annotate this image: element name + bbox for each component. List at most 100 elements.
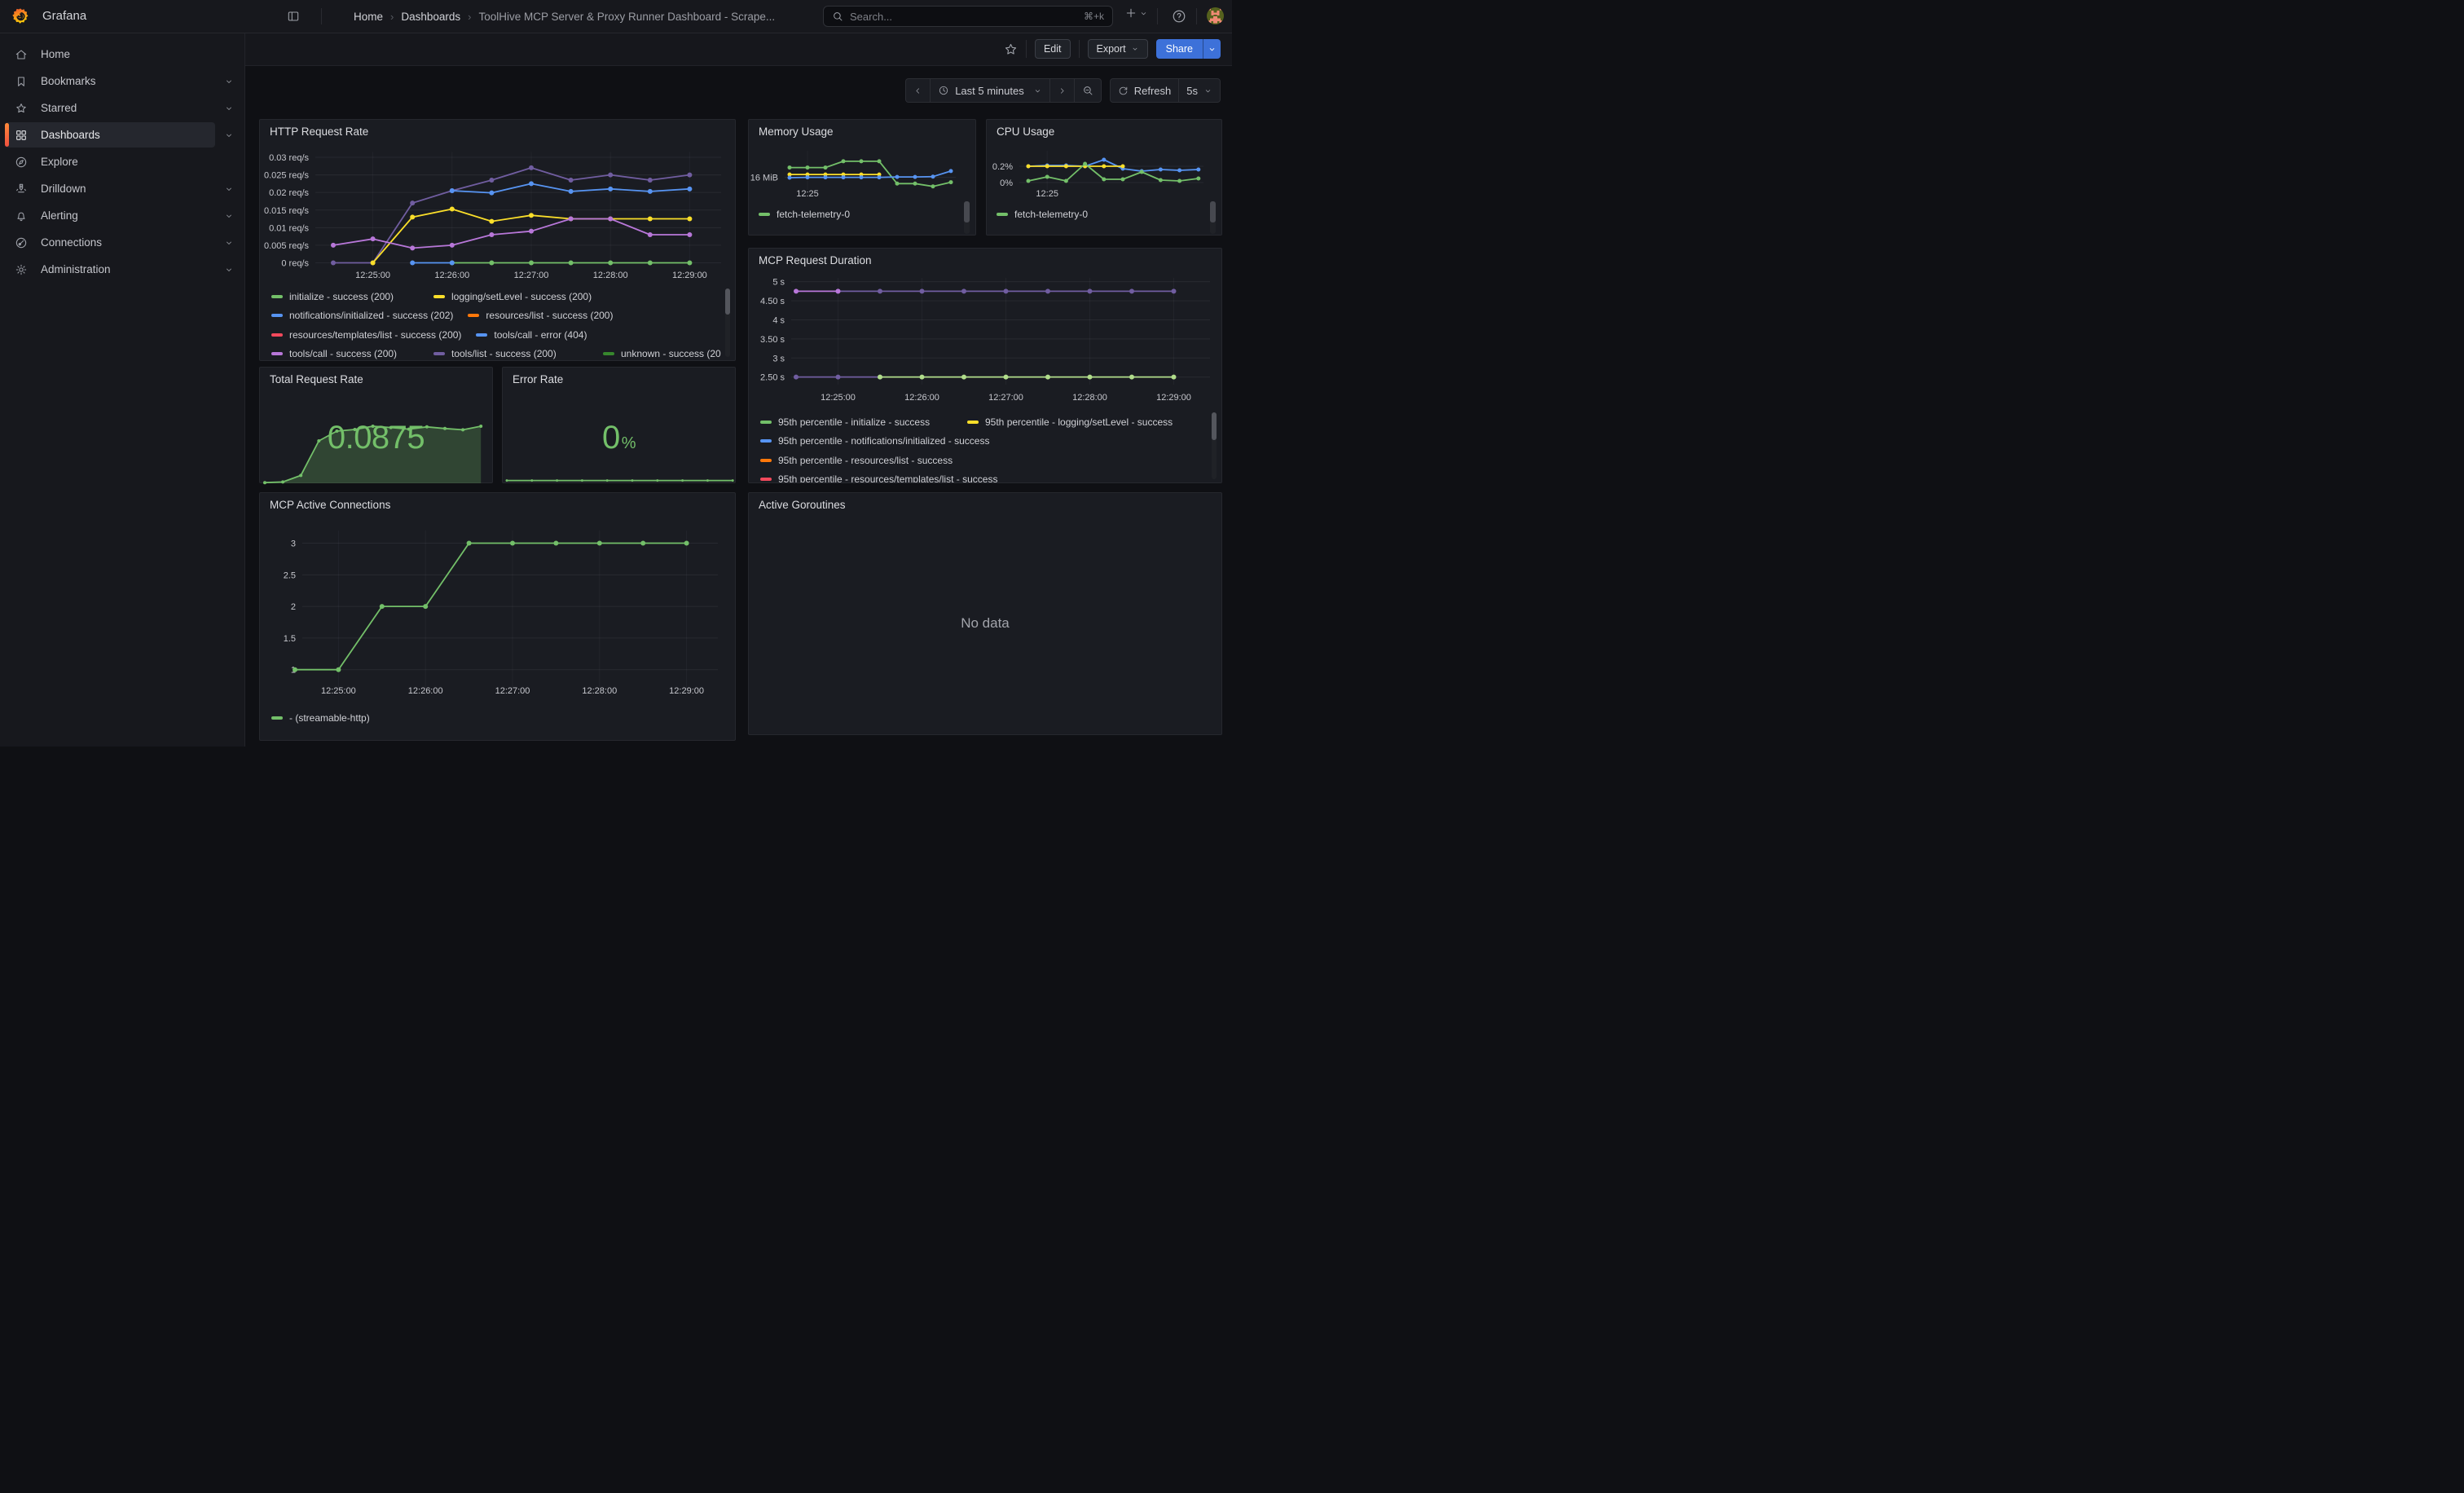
panel-title[interactable]: CPU Usage (997, 126, 1054, 138)
x-axis-tick: 12:26:00 (408, 686, 443, 696)
chevron-down-icon (1033, 86, 1042, 95)
series-blue-zero (410, 261, 455, 266)
legend-swatch (271, 352, 283, 355)
legend-item[interactable]: - (streamable-http) (271, 712, 370, 724)
sidebar-item-dashboards[interactable]: Dashboards (0, 121, 244, 148)
series-purple-dark (331, 165, 692, 266)
y-axis-tick: 0.005 req/s (264, 241, 310, 251)
search-input[interactable]: Search... ⌘+k (823, 6, 1113, 27)
panel-title[interactable]: HTTP Request Rate (270, 126, 368, 138)
series-blue (450, 181, 693, 195)
breadcrumb-current: ToolHive MCP Server & Proxy Runner Dashb… (479, 11, 776, 23)
legend-item[interactable]: notifications/initialized - success (202… (271, 310, 453, 321)
active-indicator (5, 123, 9, 147)
edit-button[interactable]: Edit (1035, 39, 1071, 59)
legend-scrollbar-thumb[interactable] (1212, 412, 1217, 440)
panel-title[interactable]: MCP Active Connections (270, 499, 390, 511)
grafana-logo-icon[interactable] (11, 7, 29, 25)
y-axis-tick: 0.02 req/s (269, 188, 309, 198)
panel-title[interactable]: Total Request Rate (270, 373, 363, 385)
share-menu-chevron[interactable] (1203, 39, 1221, 59)
add-new-button[interactable] (1124, 7, 1148, 20)
x-axis-tick: 12:27:00 (495, 686, 530, 696)
brand-title: Grafana (42, 9, 86, 23)
legend-item[interactable]: resources/list - success (200) (468, 310, 623, 321)
legend-item[interactable]: fetch-telemetry-0 (759, 209, 850, 220)
user-avatar[interactable] (1207, 7, 1224, 24)
legend-item[interactable]: tools/list - success (200) (433, 348, 588, 359)
chevron-down-icon[interactable] (224, 265, 234, 275)
sidebar-item-connections[interactable]: Connections (0, 229, 244, 256)
legend-item[interactable]: logging/setLevel - success (200) (433, 291, 592, 302)
chevron-down-icon[interactable] (224, 77, 234, 86)
sidebar-item-explore[interactable]: Explore (0, 148, 244, 175)
sidebar-item-bookmarks[interactable]: Bookmarks (0, 68, 244, 95)
legend-item[interactable]: 95th percentile - resources/templates/li… (760, 473, 997, 482)
panel-title[interactable]: Memory Usage (759, 126, 834, 138)
y-axis-tick: 2.5 (284, 570, 296, 580)
legend-scrollbar-thumb[interactable] (725, 288, 730, 315)
x-axis-tick: 12:28:00 (582, 686, 617, 696)
chevron-down-icon[interactable] (224, 130, 234, 140)
chart-canvas: 11.522.5312:25:0012:26:0012:27:0012:28:0… (260, 522, 737, 705)
y-axis-tick: 3 (291, 540, 296, 549)
legend-swatch (476, 333, 487, 337)
sidebar-item-home[interactable]: Home (0, 41, 244, 68)
stat-value: 0.0875 (260, 421, 492, 454)
series-bottom-dark (794, 375, 882, 380)
legend-item[interactable]: 95th percentile - resources/list - succe… (760, 455, 953, 466)
sidebar-item-administration[interactable]: Administration (0, 256, 244, 283)
star-dashboard-button[interactable] (1004, 42, 1018, 56)
sidebar-item-drilldown[interactable]: Drilldown (0, 175, 244, 202)
legend-scrollbar-thumb[interactable] (1210, 201, 1216, 222)
bell-icon (15, 209, 28, 222)
x-axis-tick: 12:25 (1036, 189, 1058, 199)
legend-label: 95th percentile - initialize - success (778, 416, 930, 428)
star-icon (15, 102, 28, 115)
search-shortcut: ⌘+k (1084, 11, 1104, 22)
x-axis-tick: 12:26:00 (434, 271, 469, 280)
legend-item[interactable]: 95th percentile - initialize - success (760, 416, 953, 428)
panel-title[interactable]: Active Goroutines (759, 499, 846, 511)
chevron-down-icon[interactable] (224, 103, 234, 113)
panel-title[interactable]: Error Rate (513, 373, 563, 385)
legend-item[interactable]: resources/templates/list - success (200) (271, 329, 461, 341)
sidebar-item-starred[interactable]: Starred (0, 95, 244, 121)
chevron-down-icon[interactable] (224, 184, 234, 194)
legend-item[interactable]: fetch-telemetry-0 (997, 209, 1088, 220)
x-axis-tick: 12:26:00 (904, 393, 939, 403)
panel-active-goroutines: Active Goroutines No data (748, 492, 1222, 735)
legend-scrollbar-thumb[interactable] (964, 201, 970, 222)
mcp-active-connections-chart[interactable]: 11.522.5312:25:0012:26:0012:27:0012:28:0… (260, 493, 735, 740)
chevron-down-icon[interactable] (224, 238, 234, 248)
legend-item[interactable]: tools/call - success (200) (271, 348, 419, 359)
zoom-out-button[interactable] (1075, 79, 1101, 102)
time-forward-button[interactable] (1050, 79, 1075, 102)
share-button[interactable]: Share (1156, 39, 1221, 59)
time-controls: Last 5 minutes Refresh 5s (905, 78, 1221, 103)
refresh-interval-picker[interactable]: 5s (1179, 79, 1220, 102)
export-button[interactable]: Export (1088, 39, 1148, 59)
dock-menu-icon[interactable] (287, 10, 300, 23)
sidebar-item-alerting[interactable]: Alerting (0, 202, 244, 229)
stat-unit: % (622, 434, 636, 452)
breadcrumb-dashboards[interactable]: Dashboards (401, 11, 460, 23)
legend-item[interactable]: tools/call - error (404) (476, 329, 631, 341)
legend-swatch (603, 352, 614, 355)
legend-item[interactable]: 95th percentile - logging/setLevel - suc… (967, 416, 1173, 428)
time-back-button[interactable] (906, 79, 931, 102)
help-button[interactable] (1172, 9, 1186, 24)
top-navbar: Grafana Home › Dashboards › ToolHive MCP… (0, 0, 1232, 33)
legend-item[interactable]: 95th percentile - notifications/initiali… (760, 435, 989, 447)
time-range-picker[interactable]: Last 5 minutes (931, 79, 1050, 102)
breadcrumb-home[interactable]: Home (354, 11, 383, 23)
x-axis-tick: 12:25 (796, 189, 819, 199)
refresh-button[interactable]: Refresh (1111, 79, 1180, 102)
panel-title[interactable]: MCP Request Duration (759, 254, 872, 266)
http-legend: initialize - success (200) logging/setLev… (271, 287, 721, 360)
legend-item[interactable]: initialize - success (200) (271, 291, 419, 302)
legend-item[interactable]: unknown - success (200) (603, 348, 721, 359)
series-green-zero (450, 261, 693, 266)
chevron-down-icon[interactable] (224, 211, 234, 221)
legend-label: notifications/initialized - success (202… (289, 310, 453, 321)
